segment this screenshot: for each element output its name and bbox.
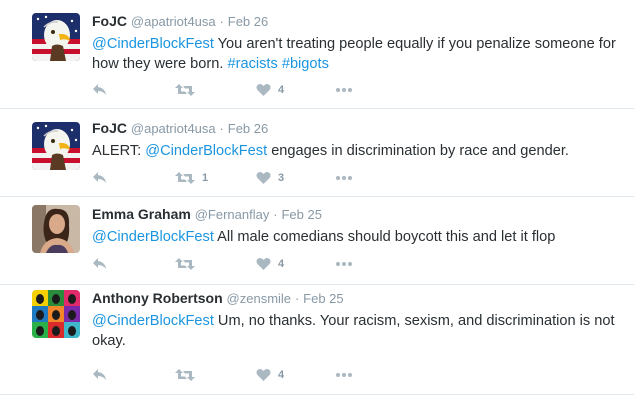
like-count: 4 bbox=[278, 84, 285, 96]
retweet-button[interactable] bbox=[175, 80, 202, 100]
tweet-timestamp[interactable]: Feb 26 bbox=[228, 121, 268, 136]
tweet-text: @CinderBlockFest You aren't treating peo… bbox=[92, 34, 622, 74]
retweet-icon bbox=[175, 84, 195, 96]
avatar[interactable] bbox=[32, 290, 80, 338]
more-button[interactable] bbox=[335, 80, 353, 100]
more-icon bbox=[336, 373, 352, 377]
like-button[interactable]: 4 bbox=[256, 365, 284, 385]
reply-button[interactable] bbox=[92, 365, 108, 385]
heart-icon bbox=[256, 257, 271, 270]
hashtag-link[interactable]: #bigots bbox=[282, 56, 329, 72]
tweet-author-name[interactable]: Anthony Robertson bbox=[92, 290, 223, 306]
retweet-button[interactable] bbox=[175, 254, 202, 274]
reply-button[interactable] bbox=[92, 168, 108, 188]
retweet-count: 1 bbox=[202, 172, 209, 184]
tweet-author-handle[interactable]: @apatriot4usa bbox=[131, 14, 216, 29]
reply-icon bbox=[93, 172, 106, 183]
tweet-author-name[interactable]: FoJC bbox=[92, 120, 127, 136]
tweet-body-text: All male comedians should boycott this a… bbox=[213, 229, 556, 245]
tweet-item[interactable]: FoJC @apatriot4usa · Feb 26 ALERT: @Cind… bbox=[0, 109, 634, 197]
tweet-author-name[interactable]: Emma Graham bbox=[92, 206, 191, 222]
separator: · bbox=[273, 207, 278, 222]
mention-link[interactable]: @CinderBlockFest bbox=[92, 36, 214, 52]
reply-icon bbox=[93, 258, 106, 269]
eagle-avatar-icon bbox=[32, 13, 80, 61]
heart-icon bbox=[256, 171, 271, 184]
more-button[interactable] bbox=[335, 254, 353, 274]
separator: · bbox=[219, 121, 224, 136]
tweet-author-handle[interactable]: @apatriot4usa bbox=[131, 121, 216, 136]
tweet-text: @CinderBlockFest Um, no thanks. Your rac… bbox=[92, 311, 622, 351]
separator: · bbox=[294, 291, 300, 306]
woman-avatar-icon bbox=[32, 205, 80, 253]
reply-button[interactable] bbox=[92, 254, 108, 274]
reply-icon bbox=[93, 369, 106, 380]
more-icon bbox=[336, 176, 352, 180]
tweet-timestamp[interactable]: Feb 26 bbox=[228, 14, 268, 29]
tweet-prefix-text: ALERT: bbox=[92, 143, 146, 159]
hashtag-link[interactable]: #racists bbox=[227, 56, 277, 72]
mention-link[interactable]: @CinderBlockFest bbox=[92, 229, 214, 245]
retweet-icon bbox=[175, 369, 195, 381]
tweet-author-handle[interactable]: @zensmile bbox=[227, 291, 292, 306]
retweet-button[interactable] bbox=[175, 365, 202, 385]
like-button[interactable]: 4 bbox=[256, 254, 284, 274]
more-icon bbox=[336, 262, 352, 266]
tweet-author-name[interactable]: FoJC bbox=[92, 13, 127, 29]
separator: · bbox=[219, 14, 224, 29]
tweet-item[interactable]: Anthony Robertson @zensmile · Feb 25 @Ci… bbox=[0, 285, 634, 395]
more-button[interactable] bbox=[335, 365, 353, 385]
retweet-icon bbox=[175, 258, 195, 270]
mention-link[interactable]: @CinderBlockFest bbox=[145, 143, 267, 159]
heart-icon bbox=[256, 368, 271, 381]
avatar[interactable] bbox=[32, 122, 80, 170]
eagle-avatar-icon bbox=[32, 122, 80, 170]
reply-icon bbox=[93, 84, 106, 95]
tweet-timeline: FoJC @apatriot4usa · Feb 26 @CinderBlock… bbox=[0, 0, 634, 395]
tweet-timestamp[interactable]: Feb 25 bbox=[303, 291, 343, 306]
retweet-icon bbox=[175, 172, 195, 184]
reply-button[interactable] bbox=[92, 80, 108, 100]
tweet-text: ALERT: @CinderBlockFest engages in discr… bbox=[92, 141, 622, 161]
more-button[interactable] bbox=[335, 168, 353, 188]
mention-link[interactable]: @CinderBlockFest bbox=[92, 313, 214, 329]
avatar[interactable] bbox=[32, 13, 80, 61]
tweet-item[interactable]: Emma Graham @Fernanflay · Feb 25 @Cinder… bbox=[0, 197, 634, 285]
tweet-text: @CinderBlockFest All male comedians shou… bbox=[92, 227, 622, 247]
tweet-item[interactable]: FoJC @apatriot4usa · Feb 26 @CinderBlock… bbox=[0, 0, 634, 109]
tweet-timestamp[interactable]: Feb 25 bbox=[281, 207, 321, 222]
heart-icon bbox=[256, 83, 271, 96]
like-count: 4 bbox=[278, 369, 285, 381]
like-count: 3 bbox=[278, 172, 285, 184]
avatar[interactable] bbox=[32, 205, 80, 253]
tweet-body-text: engages in discrimination by race and ge… bbox=[267, 143, 569, 159]
popart-avatar-icon bbox=[32, 290, 80, 338]
tweet-author-handle[interactable]: @Fernanflay bbox=[195, 207, 270, 222]
like-count: 4 bbox=[278, 258, 285, 270]
like-button[interactable]: 3 bbox=[256, 168, 284, 188]
retweet-button[interactable]: 1 bbox=[175, 168, 208, 188]
like-button[interactable]: 4 bbox=[256, 80, 284, 100]
more-icon bbox=[336, 88, 352, 92]
